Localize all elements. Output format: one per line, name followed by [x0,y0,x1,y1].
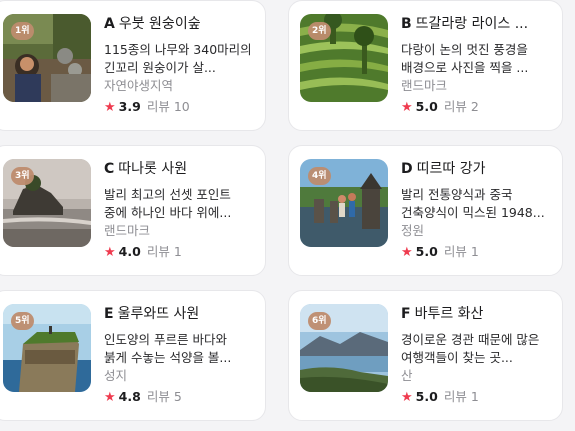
place-card-c[interactable]: 3위 C 따나롯 사원 발리 최고의 선셋 포인트 중에 하나인 바다 위에...… [0,145,266,276]
place-description: 발리 최고의 선셋 포인트 중에 하나인 바다 위에... [104,187,232,220]
rating-row: ★ 3.9 리뷰 10 [104,98,252,116]
place-category: 정원 [401,223,425,238]
review-label: 리뷰 [443,244,467,259]
rating-row: ★ 4.8 리뷰 5 [104,388,252,406]
rating-score: 3.9 [118,99,141,114]
place-letter: E [104,306,114,322]
place-info: D 띠르따 강가 발리 전통양식과 중국 건축양식이 믹스된 1948... 정원… [401,160,549,261]
place-category: 성지 [104,368,128,383]
place-photo-monkey-forest: 1위 [3,14,91,102]
review-label: 리뷰 [146,244,170,259]
place-title: B 뜨갈라랑 라이스 ... [401,15,549,34]
star-icon: ★ [401,390,413,405]
rank-badge: 3위 [11,167,34,185]
review-label: 리뷰 [146,389,170,404]
place-title: F 바투르 화산 [401,305,549,324]
place-info: A 우붓 원숭이숲 115종의 나무와 340마리의 긴꼬리 원숭이가 살... … [104,15,252,116]
place-photo-cliff-temple: 5위 [3,304,91,392]
place-description: 115종의 나무와 340마리의 긴꼬리 원숭이가 살... [104,42,252,75]
place-category: 자연야생지역 [104,78,174,93]
place-description: 경이로운 경관 때문에 많은 여행객들이 찾는 곳... [401,332,540,365]
place-description: 인도양의 푸르른 바다와 붉게 수놓는 석양을 볼... [104,332,232,365]
review-count: 1 [470,389,479,404]
star-icon: ★ [104,390,116,405]
rating-row: ★ 5.0 리뷰 1 [401,388,549,406]
star-icon: ★ [104,100,116,115]
place-title: E 울루와뜨 사원 [104,305,252,324]
review-label: 리뷰 [443,99,467,114]
review-label: 리뷰 [443,389,467,404]
place-photo-rice-terrace: 2위 [300,14,388,102]
rating-score: 5.0 [415,389,438,404]
rank-badge: 1위 [11,22,34,40]
place-card-d[interactable]: 4위 D 띠르따 강가 발리 전통양식과 중국 건축양식이 믹스된 1948...… [288,145,563,276]
rating-score: 4.8 [118,389,141,404]
place-category: 랜드마크 [401,78,448,93]
star-icon: ★ [401,245,413,260]
place-photo-sea-temple: 3위 [3,159,91,247]
review-label: 리뷰 [146,99,170,114]
place-card-f[interactable]: 6위 F 바투르 화산 경이로운 경관 때문에 많은 여행객들이 찾는 곳... … [288,290,563,421]
place-name: 우붓 원숭이숲 [118,16,201,32]
place-letter: C [104,161,115,177]
rank-badge: 6위 [308,312,331,330]
place-info: C 따나롯 사원 발리 최고의 선셋 포인트 중에 하나인 바다 위에... 랜드… [104,160,252,261]
review-count: 2 [470,99,479,114]
review-count: 1 [173,244,182,259]
place-title: A 우붓 원숭이숲 [104,15,252,34]
rating-score: 5.0 [415,99,438,114]
place-card-a[interactable]: 1위 A 우붓 원숭이숲 115종의 나무와 340마리의 긴꼬리 원숭이가 살.… [0,0,266,131]
place-letter: B [401,16,412,32]
place-name: 따나롯 사원 [118,161,188,177]
rating-row: ★ 4.0 리뷰 1 [104,243,252,261]
rating-score: 5.0 [415,244,438,259]
review-count: 5 [173,389,182,404]
place-photo-volcano: 6위 [300,304,388,392]
place-category: 랜드마크 [104,223,151,238]
place-name: 띠르따 강가 [416,161,486,177]
place-info: B 뜨갈라랑 라이스 ... 다랑이 논의 멋진 풍경을 배경으로 사진을 찍을 … [401,15,549,116]
place-name: 울루와뜨 사원 [117,306,200,322]
rank-badge: 2위 [308,22,331,40]
place-photo-water-palace: 4위 [300,159,388,247]
rank-badge: 5위 [11,312,34,330]
rating-row: ★ 5.0 리뷰 2 [401,98,549,116]
star-icon: ★ [401,100,413,115]
place-letter: A [104,16,115,32]
place-card-b[interactable]: 2위 B 뜨갈라랑 라이스 ... 다랑이 논의 멋진 풍경을 배경으로 사진을 … [288,0,563,131]
rating-row: ★ 5.0 리뷰 1 [401,243,549,261]
place-name: 뜨갈라랑 라이스 ... [415,16,529,32]
place-list: 1위 A 우붓 원숭이숲 115종의 나무와 340마리의 긴꼬리 원숭이가 살.… [0,0,575,431]
place-description: 다랑이 논의 멋진 풍경을 배경으로 사진을 찍을 ... [401,42,529,75]
place-card-e[interactable]: 5위 E 울루와뜨 사원 인도양의 푸르른 바다와 붉게 수놓는 석양을 볼...… [0,290,266,421]
rank-badge: 4위 [308,167,331,185]
place-title: C 따나롯 사원 [104,160,252,179]
place-info: F 바투르 화산 경이로운 경관 때문에 많은 여행객들이 찾는 곳... 산 ★… [401,305,549,406]
place-info: E 울루와뜨 사원 인도양의 푸르른 바다와 붉게 수놓는 석양을 볼... 성지… [104,305,252,406]
place-letter: D [401,161,413,177]
place-description: 발리 전통양식과 중국 건축양식이 믹스된 1948... [401,187,545,220]
place-letter: F [401,306,411,322]
star-icon: ★ [104,245,116,260]
place-name: 바투르 화산 [414,306,484,322]
place-category: 산 [401,368,413,383]
place-title: D 띠르따 강가 [401,160,549,179]
review-count: 10 [173,99,190,114]
rating-score: 4.0 [118,244,141,259]
review-count: 1 [470,244,479,259]
